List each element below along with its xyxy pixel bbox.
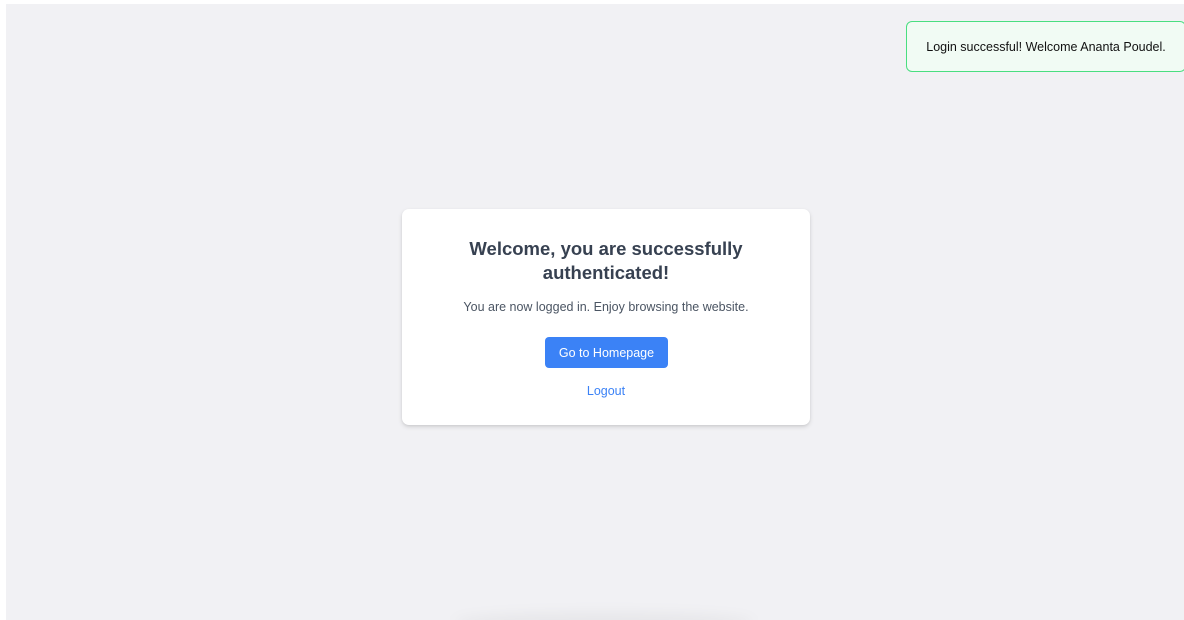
page-background: Login successful! Welcome Ananta Poudel.…: [6, 4, 1184, 620]
auth-success-card: Welcome, you are successfully authentica…: [402, 209, 810, 425]
card-message: You are now logged in. Enjoy browsing th…: [463, 300, 749, 314]
card-title: Welcome, you are successfully authentica…: [469, 238, 743, 283]
logout-link[interactable]: Logout: [402, 384, 810, 398]
toast-message: Login successful! Welcome Ananta Poudel.: [926, 39, 1166, 54]
bottom-shadow: [454, 612, 754, 620]
login-success-toast: Login successful! Welcome Ananta Poudel.: [906, 21, 1184, 72]
go-to-homepage-button[interactable]: Go to Homepage: [545, 337, 668, 368]
